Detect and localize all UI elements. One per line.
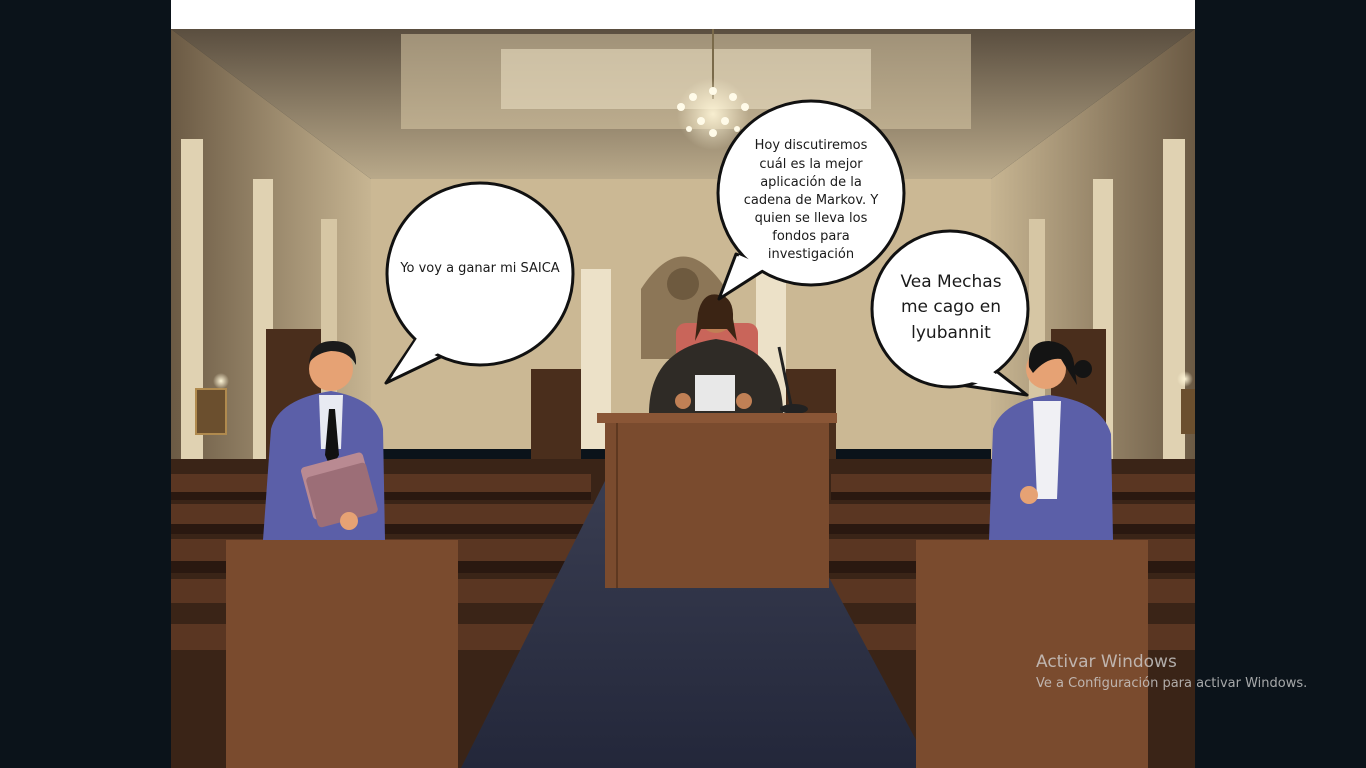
windows-activation-watermark: Activar Windows Ve a Configuración para …	[1036, 652, 1307, 691]
speech-bubble-judge-text: Hoy discutiremos cuál es la mejor aplica…	[743, 138, 879, 263]
watermark-title: Activar Windows	[1036, 652, 1177, 672]
speech-bubble-left-text: Yo voy a ganar mi SAICA	[400, 260, 560, 276]
speech-bubble-right: Vea Mechas me cago en lyubannit	[889, 265, 1013, 351]
speech-bubble-left: Yo voy a ganar mi SAICA	[395, 239, 565, 299]
speech-bubble-judge: Hoy discutiremos cuál es la mejor aplica…	[743, 131, 879, 271]
screen: Yo voy a ganar mi SAICA Hoy discutiremos…	[0, 0, 1366, 768]
speech-bubble-right-text: Vea Mechas me cago en lyubannit	[900, 271, 1002, 343]
judge-bench	[605, 423, 829, 588]
watermark-subtitle: Ve a Configuración para activar Windows.	[1036, 676, 1308, 691]
left-podium	[226, 540, 458, 768]
top-white-bar	[171, 0, 1195, 29]
